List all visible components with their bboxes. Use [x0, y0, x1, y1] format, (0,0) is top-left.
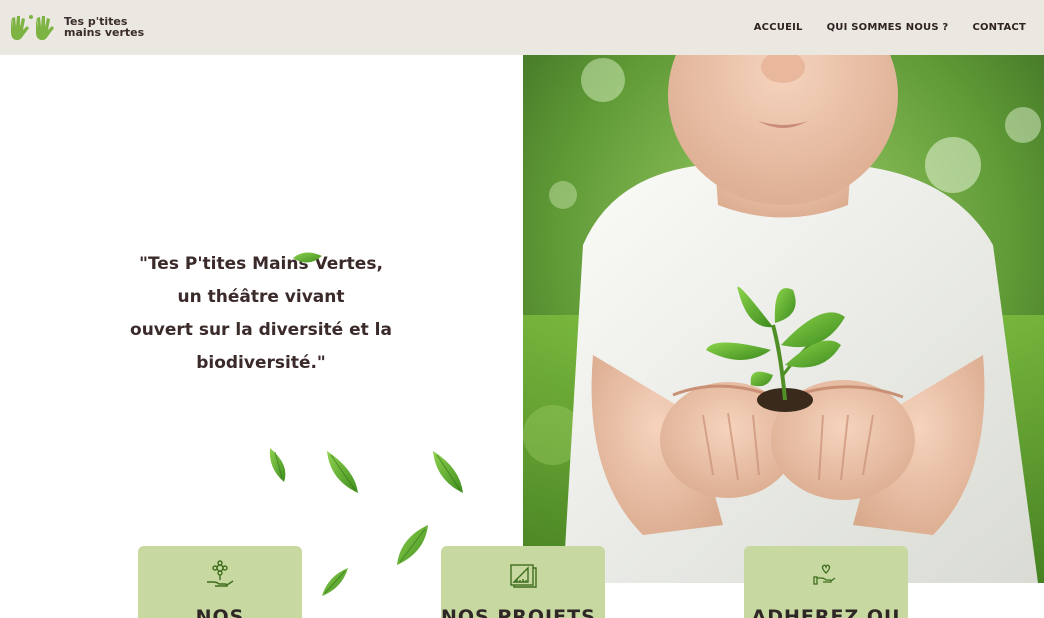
leaf-icon — [327, 451, 358, 493]
card-title: NOS — [195, 606, 245, 618]
brand-line-2: mains vertes — [64, 26, 145, 39]
child-holding-seedling-image — [523, 55, 1044, 583]
site-logo[interactable]: Tes p'tites mains vertes — [8, 12, 144, 42]
card-nos[interactable]: NOS — [138, 546, 302, 618]
hand-flower-icon — [207, 560, 234, 587]
card-adherez[interactable]: ADHEREZ OU — [744, 546, 908, 618]
quote-line-4: biodiversité." — [196, 353, 326, 373]
leaf-icon — [397, 525, 428, 565]
quote-line-2: un théâtre vivant — [177, 287, 345, 307]
nav-item-accueil[interactable]: ACCUEIL — [754, 22, 803, 33]
leaf-icon — [433, 451, 463, 493]
hand-heart-icon — [813, 564, 836, 585]
leaf-icon — [269, 448, 286, 482]
leaf-icon — [322, 568, 348, 596]
card-title: ADHEREZ OU — [751, 606, 901, 618]
card-nos-projets[interactable]: NOS PROJETS A — [441, 546, 605, 618]
brand-name: Tes p'tites mains vertes — [64, 16, 144, 38]
nav-item-qui-sommes-nous[interactable]: QUI SOMMES NOUS ? — [827, 22, 949, 33]
nav-item-contact[interactable]: CONTACT — [972, 22, 1026, 33]
blueprint-ruler-icon — [510, 564, 537, 588]
green-hands-logo-icon — [11, 15, 54, 41]
main-nav: ACCUEIL QUI SOMMES NOUS ? CONTACT — [754, 0, 1026, 55]
quote-line-1: "Tes P'tites Mains Vertes, — [139, 254, 383, 274]
card-title: NOS PROJETS A — [441, 606, 605, 618]
quote-line-3: ouvert sur la diversité et la — [130, 320, 392, 340]
hero-photo — [523, 55, 1044, 583]
hero-quote: "Tes P'tites Mains Vertes, un théâtre vi… — [120, 248, 402, 380]
site-header: Tes p'tites mains vertes ACCUEIL QUI SOM… — [0, 0, 1044, 55]
